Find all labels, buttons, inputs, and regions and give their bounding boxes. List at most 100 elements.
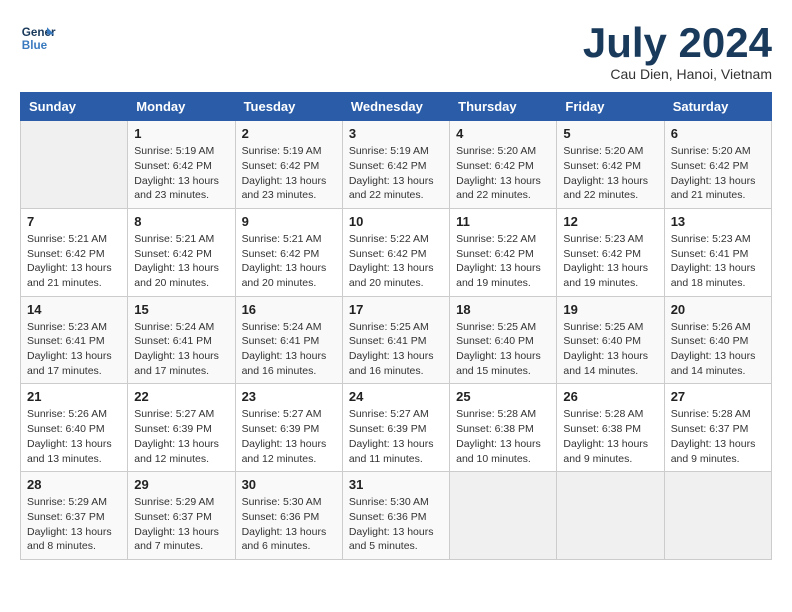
weekday-header-wednesday: Wednesday xyxy=(342,93,449,121)
day-number: 26 xyxy=(563,389,657,404)
calendar-cell: 26 Sunrise: 5:28 AM Sunset: 6:38 PM Dayli… xyxy=(557,384,664,472)
day-info: Sunrise: 5:23 AM Sunset: 6:41 PM Dayligh… xyxy=(27,320,121,379)
calendar-cell: 22 Sunrise: 5:27 AM Sunset: 6:39 PM Dayli… xyxy=(128,384,235,472)
day-info: Sunrise: 5:27 AM Sunset: 6:39 PM Dayligh… xyxy=(349,407,443,466)
day-info: Sunrise: 5:29 AM Sunset: 6:37 PM Dayligh… xyxy=(134,495,228,554)
calendar-cell: 3Sunrise: 5:19 AM Sunset: 6:42 PM Daylig… xyxy=(342,121,449,209)
calendar-cell: 5 Sunrise: 5:20 AM Sunset: 6:42 PM Daylig… xyxy=(557,121,664,209)
calendar-cell: 10 Sunrise: 5:22 AM Sunset: 6:42 PM Dayli… xyxy=(342,208,449,296)
day-info: Sunrise: 5:19 AM Sunset: 6:42 PM Dayligh… xyxy=(242,144,336,203)
day-number: 28 xyxy=(27,477,121,492)
calendar-cell: 23 Sunrise: 5:27 AM Sunset: 6:39 PM Dayli… xyxy=(235,384,342,472)
day-number: 13 xyxy=(671,214,765,229)
calendar-cell: 29 Sunrise: 5:29 AM Sunset: 6:37 PM Dayli… xyxy=(128,472,235,560)
day-number: 23 xyxy=(242,389,336,404)
day-number: 16 xyxy=(242,302,336,317)
weekday-header-sunday: Sunday xyxy=(21,93,128,121)
calendar-cell: 13 Sunrise: 5:23 AM Sunset: 6:41 PM Dayli… xyxy=(664,208,771,296)
calendar-cell: 12 Sunrise: 5:23 AM Sunset: 6:42 PM Dayli… xyxy=(557,208,664,296)
day-number: 12 xyxy=(563,214,657,229)
calendar-cell: 17 Sunrise: 5:25 AM Sunset: 6:41 PM Dayli… xyxy=(342,296,449,384)
day-number: 22 xyxy=(134,389,228,404)
calendar-cell: 27Sunrise: 5:28 AM Sunset: 6:37 PM Dayli… xyxy=(664,384,771,472)
day-info: Sunrise: 5:24 AM Sunset: 6:41 PM Dayligh… xyxy=(242,320,336,379)
day-info: Sunrise: 5:27 AM Sunset: 6:39 PM Dayligh… xyxy=(134,407,228,466)
day-number: 7 xyxy=(27,214,121,229)
day-info: Sunrise: 5:24 AM Sunset: 6:41 PM Dayligh… xyxy=(134,320,228,379)
day-info: Sunrise: 5:29 AM Sunset: 6:37 PM Dayligh… xyxy=(27,495,121,554)
calendar-cell: 21Sunrise: 5:26 AM Sunset: 6:40 PM Dayli… xyxy=(21,384,128,472)
day-number: 31 xyxy=(349,477,443,492)
weekday-header-monday: Monday xyxy=(128,93,235,121)
day-info: Sunrise: 5:21 AM Sunset: 6:42 PM Dayligh… xyxy=(134,232,228,291)
calendar-cell: 8 Sunrise: 5:21 AM Sunset: 6:42 PM Daylig… xyxy=(128,208,235,296)
day-info: Sunrise: 5:21 AM Sunset: 6:42 PM Dayligh… xyxy=(242,232,336,291)
calendar-cell: 7 Sunrise: 5:21 AM Sunset: 6:42 PM Daylig… xyxy=(21,208,128,296)
day-number: 19 xyxy=(563,302,657,317)
day-number: 8 xyxy=(134,214,228,229)
day-info: Sunrise: 5:25 AM Sunset: 6:40 PM Dayligh… xyxy=(563,320,657,379)
calendar-cell: 25 Sunrise: 5:28 AM Sunset: 6:38 PM Dayli… xyxy=(450,384,557,472)
day-number: 10 xyxy=(349,214,443,229)
calendar-cell xyxy=(557,472,664,560)
calendar-cell: 16 Sunrise: 5:24 AM Sunset: 6:41 PM Dayli… xyxy=(235,296,342,384)
calendar-cell: 18 Sunrise: 5:25 AM Sunset: 6:40 PM Dayli… xyxy=(450,296,557,384)
month-title: July 2024 xyxy=(583,20,772,66)
calendar-cell: 24 Sunrise: 5:27 AM Sunset: 6:39 PM Dayli… xyxy=(342,384,449,472)
day-info: Sunrise: 5:22 AM Sunset: 6:42 PM Dayligh… xyxy=(349,232,443,291)
calendar-table: SundayMondayTuesdayWednesdayThursdayFrid… xyxy=(20,92,772,560)
calendar-cell: 4 Sunrise: 5:20 AM Sunset: 6:42 PM Daylig… xyxy=(450,121,557,209)
day-number: 30 xyxy=(242,477,336,492)
day-info: Sunrise: 5:27 AM Sunset: 6:39 PM Dayligh… xyxy=(242,407,336,466)
day-number: 25 xyxy=(456,389,550,404)
calendar-cell: 14Sunrise: 5:23 AM Sunset: 6:41 PM Dayli… xyxy=(21,296,128,384)
weekday-header-friday: Friday xyxy=(557,93,664,121)
day-info: Sunrise: 5:23 AM Sunset: 6:41 PM Dayligh… xyxy=(671,232,765,291)
day-number: 2 xyxy=(242,126,336,141)
day-info: Sunrise: 5:22 AM Sunset: 6:42 PM Dayligh… xyxy=(456,232,550,291)
day-number: 18 xyxy=(456,302,550,317)
day-number: 20 xyxy=(671,302,765,317)
calendar-cell: 20 Sunrise: 5:26 AM Sunset: 6:40 PM Dayli… xyxy=(664,296,771,384)
title-area: July 2024 Cau Dien, Hanoi, Vietnam xyxy=(583,20,772,82)
day-info: Sunrise: 5:20 AM Sunset: 6:42 PM Dayligh… xyxy=(456,144,550,203)
day-info: Sunrise: 5:28 AM Sunset: 6:38 PM Dayligh… xyxy=(563,407,657,466)
calendar-cell: 31 Sunrise: 5:30 AM Sunset: 6:36 PM Dayli… xyxy=(342,472,449,560)
day-number: 29 xyxy=(134,477,228,492)
day-info: Sunrise: 5:23 AM Sunset: 6:42 PM Dayligh… xyxy=(563,232,657,291)
calendar-cell: 30 Sunrise: 5:30 AM Sunset: 6:36 PM Dayli… xyxy=(235,472,342,560)
day-info: Sunrise: 5:20 AM Sunset: 6:42 PM Dayligh… xyxy=(671,144,765,203)
day-info: Sunrise: 5:20 AM Sunset: 6:42 PM Dayligh… xyxy=(563,144,657,203)
weekday-header-tuesday: Tuesday xyxy=(235,93,342,121)
day-number: 1 xyxy=(134,126,228,141)
day-info: Sunrise: 5:21 AM Sunset: 6:42 PM Dayligh… xyxy=(27,232,121,291)
calendar-cell: 6Sunrise: 5:20 AM Sunset: 6:42 PM Daylig… xyxy=(664,121,771,209)
day-info: Sunrise: 5:19 AM Sunset: 6:42 PM Dayligh… xyxy=(134,144,228,203)
calendar-cell xyxy=(21,121,128,209)
calendar-cell: 15Sunrise: 5:24 AM Sunset: 6:41 PM Dayli… xyxy=(128,296,235,384)
day-info: Sunrise: 5:26 AM Sunset: 6:40 PM Dayligh… xyxy=(27,407,121,466)
calendar-cell: 1 Sunrise: 5:19 AM Sunset: 6:42 PM Daylig… xyxy=(128,121,235,209)
day-info: Sunrise: 5:30 AM Sunset: 6:36 PM Dayligh… xyxy=(349,495,443,554)
day-info: Sunrise: 5:30 AM Sunset: 6:36 PM Dayligh… xyxy=(242,495,336,554)
day-number: 17 xyxy=(349,302,443,317)
day-info: Sunrise: 5:25 AM Sunset: 6:41 PM Dayligh… xyxy=(349,320,443,379)
day-number: 5 xyxy=(563,126,657,141)
day-info: Sunrise: 5:28 AM Sunset: 6:38 PM Dayligh… xyxy=(456,407,550,466)
day-number: 4 xyxy=(456,126,550,141)
day-number: 3 xyxy=(349,126,443,141)
weekday-header-saturday: Saturday xyxy=(664,93,771,121)
day-number: 24 xyxy=(349,389,443,404)
header: General Blue General Blue July 2024 Cau … xyxy=(20,20,772,82)
day-number: 11 xyxy=(456,214,550,229)
calendar-cell: 28 Sunrise: 5:29 AM Sunset: 6:37 PM Dayli… xyxy=(21,472,128,560)
day-number: 27 xyxy=(671,389,765,404)
day-number: 9 xyxy=(242,214,336,229)
day-info: Sunrise: 5:26 AM Sunset: 6:40 PM Dayligh… xyxy=(671,320,765,379)
calendar-cell: 11 Sunrise: 5:22 AM Sunset: 6:42 PM Dayli… xyxy=(450,208,557,296)
day-info: Sunrise: 5:25 AM Sunset: 6:40 PM Dayligh… xyxy=(456,320,550,379)
location: Cau Dien, Hanoi, Vietnam xyxy=(583,66,772,82)
calendar-cell: 2 Sunrise: 5:19 AM Sunset: 6:42 PM Daylig… xyxy=(235,121,342,209)
svg-text:Blue: Blue xyxy=(22,39,48,52)
weekday-header-thursday: Thursday xyxy=(450,93,557,121)
